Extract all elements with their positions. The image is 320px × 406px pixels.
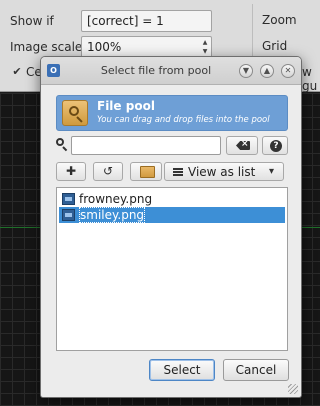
clear-search-button[interactable]: ×: [226, 136, 258, 155]
file-pool-search-icon: [62, 100, 88, 126]
open-folder-button[interactable]: [130, 162, 162, 181]
list-icon: [173, 168, 183, 176]
clear-icon: ×: [236, 141, 250, 150]
app-icon: O: [47, 64, 60, 77]
view-mode-label: View as list: [188, 165, 256, 179]
search-icon: [55, 137, 69, 152]
select-button[interactable]: Select: [149, 359, 215, 381]
file-pool-header: File pool You can drag and drop files in…: [56, 95, 288, 131]
file-name: frowney.png: [79, 192, 153, 206]
file-list-item[interactable]: frowney.png: [59, 191, 285, 207]
chevron-down-icon: ▾: [269, 166, 275, 177]
refresh-button[interactable]: ↺: [93, 162, 123, 181]
help-button[interactable]: ?: [262, 136, 288, 155]
file-list-item-selected[interactable]: smiley.png: [59, 207, 285, 223]
cancel-button[interactable]: Cancel: [223, 359, 289, 381]
show-gui-label: w gu: [302, 65, 318, 93]
image-scale-spinbox[interactable]: 100% ▲ ▼: [81, 36, 212, 58]
grid-label: Grid: [262, 39, 288, 53]
file-pool-subtitle: You can drag and drop files into the poo…: [97, 115, 270, 125]
file-name: smiley.png: [79, 207, 146, 223]
image-scale-label: Image scale: [10, 40, 83, 54]
image-file-icon: [62, 209, 75, 221]
image-file-icon: [62, 193, 75, 205]
close-icon[interactable]: ✕: [281, 64, 295, 78]
file-pool-title: File pool: [97, 99, 155, 113]
search-input[interactable]: [71, 136, 221, 155]
refresh-icon: ↺: [102, 164, 114, 178]
zoom-label: Zoom: [262, 13, 297, 27]
show-if-input[interactable]: [correct] = 1: [81, 10, 212, 32]
show-if-label: Show if: [10, 14, 54, 28]
center-checkbox[interactable]: ✔: [11, 66, 23, 78]
image-scale-value: 100%: [87, 40, 122, 54]
file-list[interactable]: frowney.png smiley.png: [56, 187, 288, 351]
chevron-up-icon[interactable]: ▲: [260, 64, 274, 78]
plus-icon: ✚: [65, 164, 77, 178]
select-file-dialog: O Select file from pool ▼ ▲ ✕ File pool …: [40, 56, 302, 398]
dialog-titlebar[interactable]: O Select file from pool ▼ ▲ ✕: [41, 57, 301, 85]
add-file-button[interactable]: ✚: [56, 162, 86, 181]
chevron-down-icon[interactable]: ▼: [239, 64, 253, 78]
spin-arrows-icon[interactable]: ▲ ▼: [200, 38, 210, 56]
folder-icon: [140, 166, 155, 178]
help-icon: ?: [270, 140, 282, 152]
dialog-title: Select file from pool: [100, 64, 212, 77]
resize-grip[interactable]: [288, 384, 298, 394]
view-mode-select[interactable]: View as list ▾: [164, 162, 284, 181]
